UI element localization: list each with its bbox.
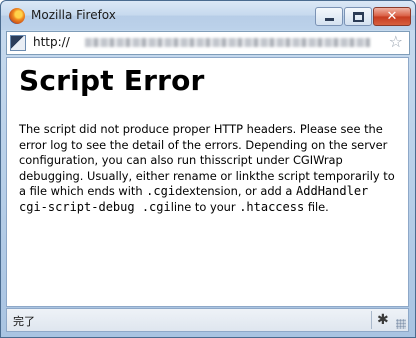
code-htaccess: .htaccess [239,199,305,214]
minimize-icon [324,18,334,21]
page-content: Script Error The script did not produce … [6,57,409,307]
url-redacted-portion [85,38,370,47]
close-button[interactable]: ✕ [373,7,411,26]
resize-grip[interactable] [396,319,406,329]
site-identity-icon[interactable] [10,35,26,51]
title-bar[interactable]: Mozilla Firefox ✕ [1,1,415,30]
error-text-part-2: dextension, or add a [175,184,297,199]
error-text-part-3: line to your [170,199,240,214]
status-bar: 完了 ✱ [6,308,409,332]
url-text[interactable]: http:// [33,35,70,49]
page-title: Script Error [19,64,205,97]
addon-bug-icon[interactable]: ✱ [377,312,389,328]
firefox-icon [9,8,25,24]
status-divider [371,311,372,329]
status-text: 完了 [13,315,35,328]
error-message: The script did not produce proper HTTP h… [19,122,399,216]
bookmark-star-icon[interactable]: ☆ [389,33,403,51]
code-cgi: .cgi [146,184,176,199]
minimize-button[interactable] [315,7,343,26]
window-title: Mozilla Firefox [31,8,116,22]
close-icon: ✕ [386,9,398,24]
url-bar[interactable]: http:// ☆ [6,31,410,55]
error-text-part-4: file. [304,199,329,214]
maximize-icon [352,11,364,22]
browser-window: Mozilla Firefox ✕ http:// ☆ Script Error… [0,0,416,338]
maximize-button[interactable] [344,7,372,26]
navigation-bar: http:// ☆ [6,31,410,55]
